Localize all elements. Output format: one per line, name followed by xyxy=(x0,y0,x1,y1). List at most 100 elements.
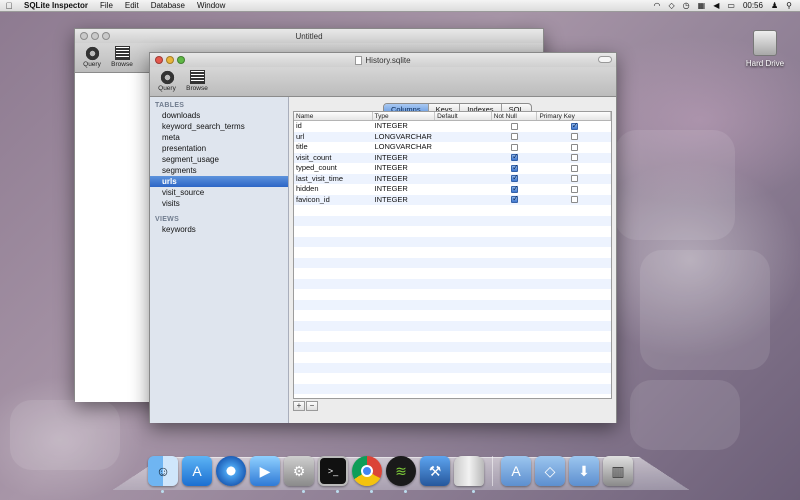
table-row[interactable]: last_visit_time INTEGER xyxy=(294,173,611,184)
table-row[interactable]: id INTEGER xyxy=(294,121,611,132)
volume-icon[interactable]: ◀ xyxy=(713,1,719,10)
sidebar-item-meta[interactable]: meta xyxy=(150,132,288,143)
close-button[interactable] xyxy=(80,32,88,40)
column-header-type[interactable]: Type xyxy=(373,112,436,120)
not-null-checkbox[interactable] xyxy=(511,122,519,130)
primary-key-checkbox[interactable] xyxy=(570,175,578,183)
battery-icon[interactable]: ▭ xyxy=(727,1,735,10)
menu-window[interactable]: Window xyxy=(191,1,231,10)
sidebar-item-downloads[interactable]: downloads xyxy=(150,110,288,121)
sidebar-item-visit-source[interactable]: visit_source xyxy=(150,187,288,198)
not-null-checkbox[interactable] xyxy=(511,195,519,205)
xcode-icon[interactable]: ⚒ xyxy=(420,456,450,486)
primary-key-checkbox[interactable] xyxy=(570,154,578,162)
cell-primary-key xyxy=(537,195,611,206)
toolbar-toggle-button[interactable] xyxy=(598,56,612,63)
sidebar-item-urls[interactable]: urls xyxy=(150,176,288,187)
browse-button[interactable]: Browse xyxy=(109,43,135,72)
primary-key-checkbox[interactable] xyxy=(570,121,578,131)
menu-database[interactable]: Database xyxy=(145,1,191,10)
sidebar-item-presentation[interactable]: presentation xyxy=(150,143,288,154)
system-preferences-icon[interactable]: ⚙ xyxy=(284,456,314,486)
window-title: History.sqlite xyxy=(365,55,411,65)
user-icon[interactable]: ♟ xyxy=(771,1,778,10)
table-row[interactable]: visit_count INTEGER xyxy=(294,152,611,163)
table-row[interactable]: typed_count INTEGER xyxy=(294,163,611,174)
cell-not-null xyxy=(492,121,538,132)
apple-menu-icon[interactable]:  xyxy=(0,1,18,11)
menu-file[interactable]: File xyxy=(94,1,119,10)
primary-key-checkbox[interactable] xyxy=(570,185,578,193)
dock: ☺ A ✦ ▶ ⚙ >_ ≋ ⚒ A ◇ ⬇ ▥ xyxy=(148,456,633,486)
not-null-checkbox[interactable] xyxy=(511,153,519,163)
close-button[interactable] xyxy=(155,56,163,64)
table-row[interactable]: favicon_id INTEGER xyxy=(294,194,611,206)
sidebar-item-segments[interactable]: segments xyxy=(150,165,288,176)
terminal-icon[interactable]: >_ xyxy=(318,456,348,486)
cell-type: INTEGER xyxy=(374,184,408,193)
minimize-button[interactable] xyxy=(91,32,99,40)
browse-button[interactable]: Browse xyxy=(184,67,210,96)
sqlite-inspector-icon[interactable] xyxy=(454,456,484,486)
column-header-default[interactable]: Default xyxy=(435,112,492,120)
add-column-button[interactable]: + xyxy=(293,401,305,411)
not-null-checkbox[interactable] xyxy=(511,184,519,194)
empty-row xyxy=(294,331,611,342)
query-button[interactable]: Query xyxy=(79,43,105,72)
safari-icon[interactable]: ✦ xyxy=(216,456,246,486)
menu-clock[interactable]: 00:56 xyxy=(743,1,763,10)
not-null-checkbox[interactable] xyxy=(511,133,519,141)
empty-row xyxy=(294,310,611,321)
sidebar-item-keyword-search-terms[interactable]: keyword_search_terms xyxy=(150,121,288,132)
table-row[interactable]: title LONGVARCHAR xyxy=(294,142,611,153)
sidebar-item-keywords[interactable]: keywords xyxy=(150,224,288,235)
primary-key-checkbox[interactable] xyxy=(570,133,578,141)
menu-edit[interactable]: Edit xyxy=(119,1,145,10)
downloads-folder-icon[interactable]: ⬇ xyxy=(569,456,599,486)
title-bar[interactable]: Untitled xyxy=(75,29,543,43)
facetime-icon[interactable]: ▶ xyxy=(250,456,280,486)
zoom-button[interactable] xyxy=(177,56,185,64)
applications-folder-icon[interactable]: A xyxy=(501,456,531,486)
zoom-button[interactable] xyxy=(102,32,110,40)
airport-icon[interactable]: ◠ xyxy=(654,1,661,10)
title-bar[interactable]: History.sqlite xyxy=(150,53,616,67)
not-null-checkbox[interactable] xyxy=(511,174,519,184)
dropbox-folder-icon[interactable]: ◇ xyxy=(535,456,565,486)
minimize-button[interactable] xyxy=(166,56,174,64)
cell-not-null xyxy=(492,163,538,174)
menu-app-name[interactable]: SQLite Inspector xyxy=(18,1,94,10)
wallpaper-shape xyxy=(615,130,735,240)
primary-key-checkbox[interactable] xyxy=(570,143,578,151)
hard-drive-desktop-item[interactable]: Hard Drive xyxy=(740,30,790,68)
query-button[interactable]: Query xyxy=(154,67,180,96)
content-pane: Columns Keys Indexes SQL Name Type Defau… xyxy=(289,97,616,423)
hard-drive-icon xyxy=(753,30,777,56)
trash-icon[interactable]: ▥ xyxy=(603,456,633,486)
spotlight-icon[interactable]: ⚲ xyxy=(786,1,792,10)
primary-key-checkbox[interactable] xyxy=(570,196,578,204)
spotify-icon[interactable]: ≋ xyxy=(386,456,416,486)
column-header-not-null[interactable]: Not Null xyxy=(492,112,538,120)
not-null-checkbox[interactable] xyxy=(511,143,519,151)
running-indicator xyxy=(336,490,339,493)
time-machine-icon[interactable]: ◷ xyxy=(683,1,690,10)
column-header-primary-key[interactable]: Primary Key xyxy=(537,112,611,120)
history-window: History.sqlite Query Browse TABLES downl… xyxy=(149,52,617,423)
app-store-icon[interactable]: A xyxy=(182,456,212,486)
empty-row xyxy=(294,226,611,237)
empty-row xyxy=(294,383,611,394)
remove-column-button[interactable]: − xyxy=(306,401,318,411)
finder-icon[interactable]: ☺ xyxy=(148,456,178,486)
table-row[interactable]: url LONGVARCHAR xyxy=(294,131,611,142)
sidebar-item-segment-usage[interactable]: segment_usage xyxy=(150,154,288,165)
flag-input-icon[interactable]: ▦ xyxy=(698,1,706,10)
dropbox-status-icon[interactable]: ◇ xyxy=(669,1,675,10)
primary-key-checkbox[interactable] xyxy=(570,164,578,172)
chrome-icon[interactable] xyxy=(352,456,382,486)
column-header-name[interactable]: Name xyxy=(294,112,373,120)
window-controls xyxy=(155,56,185,64)
table-row[interactable]: hidden INTEGER xyxy=(294,184,611,195)
not-null-checkbox[interactable] xyxy=(511,163,519,173)
sidebar-item-visits[interactable]: visits xyxy=(150,198,288,209)
